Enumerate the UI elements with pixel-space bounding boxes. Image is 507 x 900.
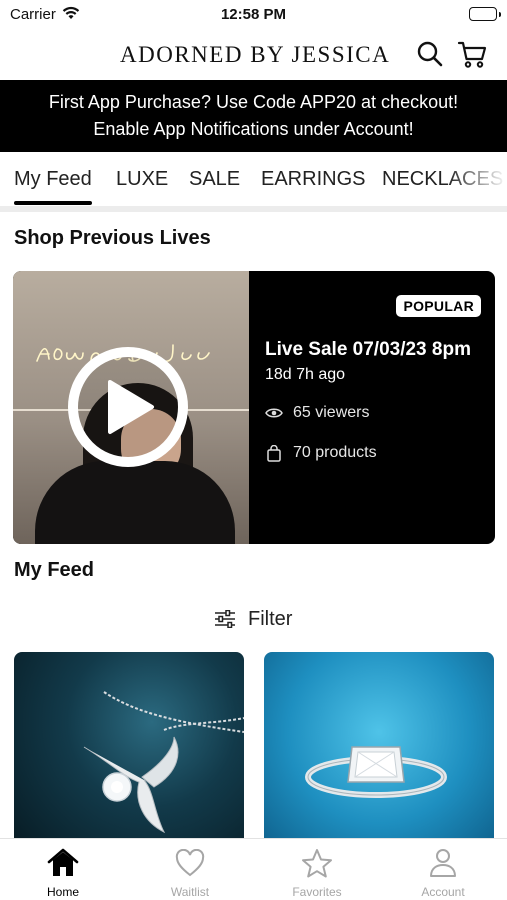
tab-label: SALE (189, 168, 241, 190)
eye-icon (265, 404, 283, 422)
filter-label: Filter (248, 607, 293, 630)
viewers-count: 65 viewers (293, 404, 370, 421)
tab-home[interactable]: Home (0, 839, 126, 900)
tab-label: Waitlist (170, 885, 210, 899)
category-tabs: My Feed LUXE SALE EARRINGS NECKLACES (0, 152, 507, 208)
section-title-my-feed: My Feed (14, 559, 95, 581)
heart-icon (174, 847, 206, 879)
section-title-previous-lives: Shop Previous Lives (14, 227, 211, 249)
live-info-panel: POPULAR Live Sale 07/03/23 8pm 18d 7h ag… (249, 271, 495, 544)
tab-label: My Feed (14, 168, 92, 190)
products-row: 70 products (265, 444, 377, 462)
brand-logo[interactable]: ADORNED BY JESSICA (120, 42, 390, 68)
sliders-icon (214, 610, 236, 628)
person-icon (427, 847, 459, 879)
bottom-tab-bar: Home Waitlist Favorites Account (0, 838, 507, 900)
products-count: 70 products (293, 444, 377, 461)
divider (0, 206, 507, 212)
promo-line-1: First App Purchase? Use Code APP20 at ch… (48, 92, 459, 112)
product-image (83, 691, 244, 834)
cart-icon[interactable] (456, 38, 488, 70)
tab-waitlist[interactable]: Waitlist (127, 839, 253, 900)
app-header: ADORNED BY JESSICA (0, 30, 507, 80)
tab-luxe[interactable]: LUXE (116, 168, 168, 191)
product-card[interactable] (264, 652, 494, 852)
popular-badge: POPULAR (396, 295, 481, 317)
star-icon (301, 847, 333, 879)
tab-label: EARRINGS (261, 168, 366, 190)
product-image (305, 746, 447, 798)
host-body (35, 461, 235, 544)
status-time: 12:58 PM (220, 6, 287, 23)
shopping-bag-icon (265, 444, 283, 462)
tab-label: Home (46, 885, 79, 899)
tab-earrings[interactable]: EARRINGS (261, 168, 365, 191)
live-sale-card[interactable]: POPULAR Live Sale 07/03/23 8pm 18d 7h ag… (13, 271, 495, 544)
promo-banner[interactable]: First App Purchase? Use Code APP20 at ch… (0, 80, 507, 152)
promo-line-2: Enable App Notifications under Account! (93, 119, 414, 139)
live-thumbnail[interactable] (13, 271, 249, 544)
home-icon (47, 847, 79, 879)
tab-account[interactable]: Account (380, 839, 506, 900)
product-card[interactable] (14, 652, 244, 852)
filter-button[interactable]: Filter (214, 604, 292, 634)
tab-label: LUXE (116, 168, 169, 190)
search-icon[interactable] (414, 38, 446, 70)
status-bar: Carrier 12:58 PM (0, 0, 507, 30)
battery-icon (469, 7, 501, 21)
live-time-ago: 18d 7h ago (265, 366, 346, 383)
live-title: Live Sale 07/03/23 8pm (265, 339, 471, 360)
play-icon[interactable] (68, 347, 188, 467)
tab-sale[interactable]: SALE (189, 168, 240, 191)
tab-label: Account (421, 885, 465, 899)
tabs-fade (447, 152, 507, 208)
active-tab-indicator (14, 201, 92, 205)
tab-my-feed[interactable]: My Feed (14, 168, 92, 205)
tab-favorites[interactable]: Favorites (254, 839, 380, 900)
tab-label: Favorites (292, 885, 342, 899)
viewers-row: 65 viewers (265, 404, 369, 422)
